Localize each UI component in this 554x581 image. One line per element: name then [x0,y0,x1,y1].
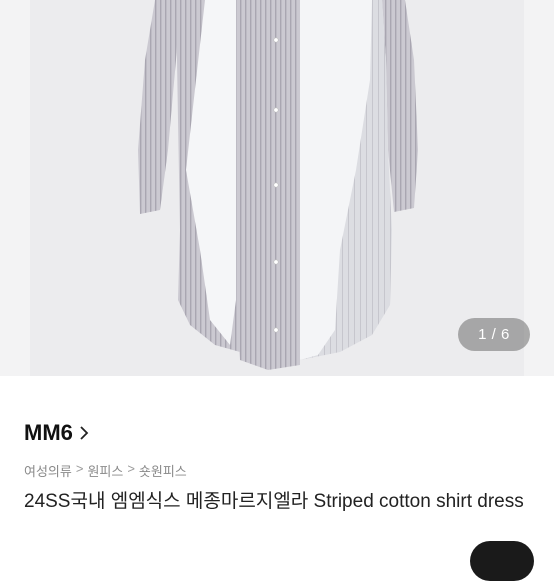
product-image-gallery[interactable]: 1 / 6 [0,0,554,376]
breadcrumb-item[interactable]: 원피스 [87,461,123,480]
floating-action-button[interactable] [470,541,534,581]
breadcrumb-separator: > [75,461,84,476]
chevron-right-icon [80,426,89,440]
breadcrumb-item[interactable]: 여성의류 [24,461,72,480]
brand-name: MM6 [24,420,73,445]
image-counter: 1 / 6 [458,318,530,351]
breadcrumb-separator: > [127,461,135,476]
product-title: 24SS국내 엠엠식스 메종마르지엘라 Striped cotton shirt… [24,491,524,512]
brand-link[interactable]: MM6 [24,420,91,446]
breadcrumb: 여성의류 > 원피스 > 숏원피스 [24,461,187,480]
breadcrumb-item[interactable]: 숏원피스 [139,461,187,480]
